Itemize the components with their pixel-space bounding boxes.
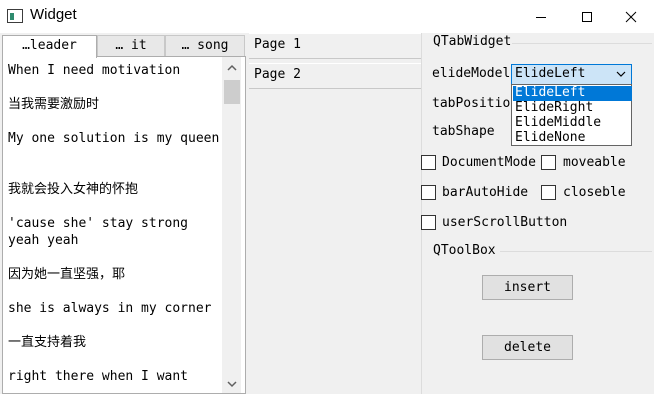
user-scroll-button-checkbox[interactable] [421,215,436,230]
minimize-button[interactable] [518,0,564,33]
elide-mode-combobox[interactable]: ElideLeft [511,64,632,85]
scrollbar-thumb[interactable] [224,80,240,104]
dropdown-option-elide-none[interactable]: ElideNone [513,131,632,146]
chevron-up-icon [227,64,237,71]
toolbox-page-2[interactable]: Page 2 [249,63,421,89]
tab-position-label: tabPositio [432,96,511,111]
elide-mode-label: elideModel [432,66,511,81]
bar-auto-hide-label: barAutoHide [442,185,529,200]
text-line: 当我需要激励时 [8,97,100,112]
scroll-down-button[interactable] [224,376,240,392]
text-line: 我就会投入女神的怀抱 [8,182,139,197]
toolbox-group-title: QToolBox [433,243,496,258]
window-app-icon [7,9,23,23]
moveable-checkbox[interactable] [541,155,556,170]
maximize-button[interactable] [564,0,610,33]
chevron-down-icon [227,381,237,388]
close-icon [625,11,637,22]
closeble-checkbox[interactable] [541,185,556,200]
text-line: 'cause she' stay strong yeah yeah [8,216,196,248]
group-divider [512,43,652,44]
text-line: she is always in my corner [8,301,212,316]
maximize-icon [582,11,592,22]
text-line: When I need motivation [8,63,181,78]
combobox-value: ElideLeft [515,66,586,81]
tab-shape-label: tabShape [432,124,495,139]
tab-it[interactable]: … it [97,35,165,56]
tab-leader[interactable]: …leader [2,35,97,58]
moveable-label: moveable [563,155,626,170]
window-title: Widget [30,6,77,23]
minimize-icon [536,16,546,18]
dropdown-option-elide-left[interactable]: ElideLeft [513,86,632,101]
text-line: My one solution is my queen [8,131,220,146]
lyrics-text-area[interactable]: When I need motivation 当我需要激励时 My one so… [2,56,246,394]
document-mode-label: DocumentMode [442,155,536,170]
user-scroll-button-label: userScrollButton [442,215,568,230]
document-mode-checkbox[interactable] [421,155,436,170]
scroll-up-button[interactable] [224,60,240,76]
elide-mode-dropdown[interactable]: ElideLeft ElideRight ElideMiddle ElideNo… [511,84,632,146]
dropdown-option-elide-right[interactable]: ElideRight [513,101,632,116]
text-line: 因为她一直坚强，耶 [8,267,126,282]
dropdown-option-elide-middle[interactable]: ElideMiddle [513,116,632,131]
toolbox-page-1[interactable]: Page 1 [249,33,421,59]
tabwidget-group-title: QTabWidget [433,34,512,49]
insert-button[interactable]: insert [482,275,573,300]
tab-song[interactable]: … song [165,35,245,56]
closeble-label: closeble [563,185,626,200]
close-button[interactable] [608,0,654,33]
text-line: 一直支持着我 [8,335,87,350]
text-line: right there when I want [8,369,189,384]
chevron-down-icon[interactable] [615,68,627,80]
group-divider [500,251,652,252]
bar-auto-hide-checkbox[interactable] [421,185,436,200]
splitter-divider [421,33,422,394]
delete-button[interactable]: delete [482,335,573,360]
vertical-scrollbar[interactable] [222,57,241,393]
